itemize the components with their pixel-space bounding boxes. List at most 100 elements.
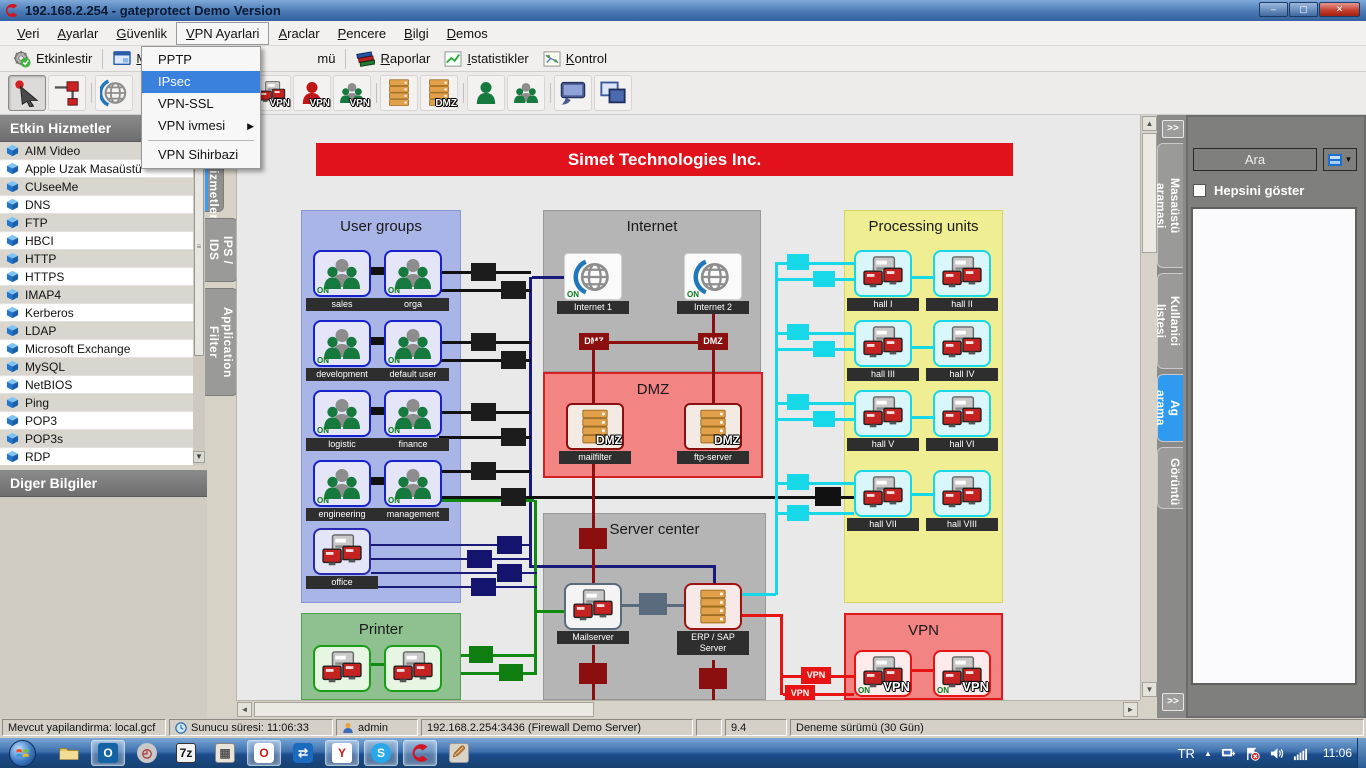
taskbar-paint-app[interactable]: 🖉 (442, 740, 476, 766)
add-internet-button[interactable] (95, 75, 133, 111)
language-indicator[interactable]: TR (1178, 746, 1195, 761)
connection-node[interactable] (787, 394, 809, 410)
search-results-list[interactable] (1191, 207, 1357, 685)
service-item[interactable]: FTP (0, 214, 193, 232)
node-user-group-finance[interactable]: ON finance (384, 390, 442, 451)
menu-demos[interactable]: Demos (438, 23, 497, 44)
node-hall-3[interactable]: hall III (854, 320, 912, 381)
node-vpn-2[interactable]: ON VPN (933, 650, 991, 697)
connection-node[interactable] (815, 487, 841, 506)
service-item[interactable]: LDAP (0, 322, 193, 340)
connection-node[interactable] (371, 337, 384, 345)
connection-node[interactable] (501, 351, 526, 369)
menu-item-vpn-ivmesi[interactable]: VPN ivmesi ▶ (142, 115, 260, 137)
service-item[interactable]: POP3 (0, 412, 193, 430)
tab-user-list[interactable]: Kullanici listesi (1157, 273, 1183, 369)
service-item[interactable]: POP3s (0, 430, 193, 448)
minimize-button[interactable]: – (1259, 2, 1288, 17)
menu-item-vpn-sihirbazi[interactable]: VPN Sihirbazi (142, 144, 260, 166)
scroll-down-icon[interactable]: ▼ (193, 451, 205, 463)
menu-item-vpn-ssl[interactable]: VPN-SSL (142, 93, 260, 115)
connection-node[interactable] (813, 341, 835, 357)
add-vpn-user-button[interactable]: VPN (293, 75, 331, 111)
scrollbar-thumb[interactable] (254, 702, 594, 717)
node-hall-1[interactable]: hall I (854, 250, 912, 311)
volume-icon[interactable] (1269, 746, 1284, 761)
node-hall-8[interactable]: hall VIII (933, 470, 991, 531)
taskbar-explorer[interactable] (52, 740, 86, 766)
connection-node[interactable] (813, 271, 835, 287)
tab-view[interactable]: Görüntü (1157, 447, 1183, 509)
scroll-up-icon[interactable]: ▲ (1142, 116, 1157, 131)
service-item[interactable]: CUseeMe (0, 178, 193, 196)
select-tool-button[interactable] (8, 75, 46, 111)
tab-application-filter[interactable]: Application Filter (205, 288, 238, 396)
connection-node[interactable] (471, 403, 496, 421)
taskbar-yandex[interactable]: Y (325, 740, 359, 766)
node-printer-1[interactable] (313, 645, 371, 692)
remote-desktop-icon[interactable] (1221, 746, 1236, 761)
connection-node[interactable] (499, 664, 523, 681)
add-user-button[interactable] (467, 75, 505, 111)
node-printer-2[interactable] (384, 645, 442, 692)
service-item[interactable]: HBCI (0, 232, 193, 250)
node-user-group-engineering[interactable]: ON engineering (313, 460, 371, 521)
service-item[interactable]: MySQL (0, 358, 193, 376)
connection-node[interactable] (471, 462, 496, 480)
connection-node[interactable] (639, 593, 667, 615)
node-hall-2[interactable]: hall II (933, 250, 991, 311)
menu-vpn-ayarlari[interactable]: VPN Ayarlari (176, 22, 269, 45)
node-hall-4[interactable]: hall IV (933, 320, 991, 381)
taskbar-opera[interactable]: O (247, 740, 281, 766)
service-item[interactable]: HTTP (0, 250, 193, 268)
node-user-group-development[interactable]: ON development (313, 320, 371, 381)
dmz-connector[interactable]: DMZ (698, 333, 728, 350)
close-button[interactable]: ✕ (1319, 2, 1360, 17)
action-center-icon[interactable] (1245, 746, 1260, 761)
connection-node[interactable] (787, 324, 809, 340)
connection-node[interactable] (471, 578, 496, 596)
taskbar-app-disc[interactable]: ◴ (130, 740, 164, 766)
taskbar-gateprotect[interactable] (403, 740, 437, 766)
menu-item-pptp[interactable]: PPTP (142, 49, 260, 71)
node-mailserver[interactable]: Mailserver (564, 583, 622, 644)
tab-desktop-search[interactable]: Masaüstü aramasi (1157, 143, 1183, 268)
taskbar-7zip[interactable]: 7z (169, 740, 203, 766)
connection-node[interactable] (787, 474, 809, 490)
vpn-connector[interactable]: VPN (801, 667, 831, 684)
service-item[interactable]: IMAP4 (0, 286, 193, 304)
connection-node[interactable] (501, 488, 526, 506)
vpn-connector[interactable]: VPN (785, 685, 815, 700)
node-internet-2[interactable]: ON Internet 2 (684, 253, 742, 314)
scrollbar-thumb[interactable]: ≡ (194, 146, 204, 356)
connection-node[interactable] (471, 333, 496, 351)
maximize-button[interactable]: ▢ (1289, 2, 1318, 17)
menu-ayarlar[interactable]: Ayarlar (48, 23, 107, 44)
service-item[interactable]: NetBIOS (0, 376, 193, 394)
add-vpn-group-button[interactable]: VPN (333, 75, 371, 111)
service-item[interactable]: RDP (0, 448, 193, 465)
expand-panel-button[interactable]: >> (1162, 693, 1184, 711)
start-button[interactable] (4, 739, 40, 767)
connection-tool-button[interactable] (48, 75, 86, 111)
node-office[interactable]: office (313, 528, 371, 589)
menu-guvenlik[interactable]: Güvenlik (107, 23, 176, 44)
node-user-group-orga[interactable]: ON orga (384, 250, 442, 311)
node-erp-sap-server[interactable]: ERP / SAPServer (684, 583, 742, 655)
connection-node[interactable] (467, 550, 492, 568)
taskbar-clock[interactable]: 11:06 (1323, 746, 1352, 760)
connection-node[interactable] (787, 505, 809, 521)
taskbar-teamviewer[interactable]: ⇄ (286, 740, 320, 766)
connection-node[interactable] (579, 528, 607, 549)
menu-veri[interactable]: Veri (8, 23, 48, 44)
taskbar-outlook[interactable]: O (91, 740, 125, 766)
menu-araclar[interactable]: Araclar (269, 23, 328, 44)
menu-bilgi[interactable]: Bilgi (395, 23, 438, 44)
services-scrollbar[interactable]: ≡ ▼ (193, 142, 205, 465)
node-hall-7[interactable]: hall VII (854, 470, 912, 531)
node-vpn-1[interactable]: ON VPN (854, 650, 912, 697)
window-layout-button[interactable] (594, 75, 632, 111)
service-item[interactable]: Kerberos (0, 304, 193, 322)
company-banner[interactable]: Simet Technologies Inc. (316, 143, 1013, 176)
node-internet-1[interactable]: ON Internet 1 (564, 253, 622, 314)
